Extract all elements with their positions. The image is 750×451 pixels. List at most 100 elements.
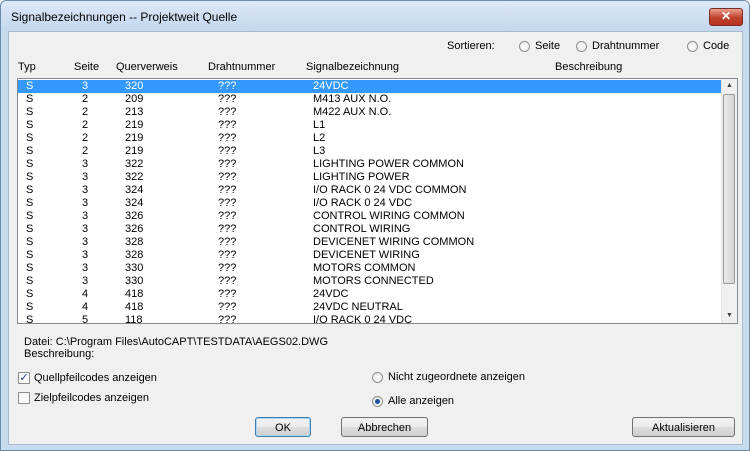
cell-signal: CONTROL WIRING <box>313 223 411 235</box>
table-row[interactable]: S 3 326??? CONTROL WIRING COMMON <box>18 210 721 223</box>
cell-draht: ??? <box>218 236 237 248</box>
column-header-drahtnummer[interactable]: Drahtnummer <box>208 61 275 73</box>
table-row[interactable]: S 2 219??? L1 <box>18 119 721 132</box>
table-row[interactable]: S 3 324??? I/O RACK 0 24 VDC <box>18 197 721 210</box>
dialog-body: Sortieren: Seite Drahtnummer Code Typ Se… <box>8 31 743 445</box>
cell-ref: 328 <box>125 236 144 248</box>
cell-seite: 3 <box>82 171 89 183</box>
title-bar[interactable]: Signalbezeichnungen -- Projektweit Quell… <box>1 1 749 31</box>
dialog-title: Signalbezeichnungen -- Projektweit Quell… <box>11 10 238 24</box>
close-button[interactable]: ✕ <box>709 8 743 26</box>
table-row[interactable]: S 3 330??? MOTORS CONNECTED <box>18 275 721 288</box>
cell-typ: S <box>26 210 34 222</box>
table-row[interactable]: S 2 213??? M422 AUX N.O. <box>18 106 721 119</box>
cell-typ: S <box>26 275 34 287</box>
table-row[interactable]: S 4 418??? 24VDC NEUTRAL <box>18 301 721 314</box>
cell-ref: 209 <box>125 93 144 105</box>
cell-seite: 3 <box>82 197 89 209</box>
table-row[interactable]: S 3 324??? I/O RACK 0 24 VDC COMMON <box>18 184 721 197</box>
table-row[interactable]: S 3 322??? LIGHTING POWER COMMON <box>18 158 721 171</box>
radio-icon[interactable] <box>519 40 530 52</box>
cell-typ: S <box>26 223 34 235</box>
cell-signal: L2 <box>313 132 326 144</box>
cell-seite: 3 <box>82 184 89 196</box>
sort-label: Sortieren: <box>447 40 495 52</box>
cell-ref: 326 <box>125 210 144 222</box>
checkbox-zielpfeilcodes[interactable]: Zielpfeilcodes anzeigen <box>18 392 149 404</box>
cell-typ: S <box>26 197 34 209</box>
table-row[interactable]: S 3 330??? MOTORS COMMON <box>18 262 721 275</box>
cell-signal: CONTROL WIRING COMMON <box>313 210 465 222</box>
cell-typ: S <box>26 171 34 183</box>
cell-ref: 219 <box>125 132 144 144</box>
column-header-seite[interactable]: Seite <box>74 61 99 73</box>
cell-typ: S <box>26 262 34 274</box>
radio-alle-anzeigen[interactable]: Alle anzeigen <box>372 395 454 407</box>
cell-seite: 3 <box>82 236 89 248</box>
cell-typ: S <box>26 288 34 300</box>
file-path-label: Datei: C:\Program Files\AutoCAPT\TESTDAT… <box>24 336 328 348</box>
table-row[interactable]: S 3 328??? DEVICENET WIRING COMMON <box>18 236 721 249</box>
cell-seite: 3 <box>82 223 89 235</box>
cancel-button[interactable]: Abbrechen <box>341 417 428 437</box>
table-row[interactable]: S 4 418??? 24VDC <box>18 288 721 301</box>
cell-ref: 330 <box>125 262 144 274</box>
vertical-scrollbar[interactable]: ▲ ▼ <box>721 79 737 323</box>
cell-typ: S <box>26 314 34 324</box>
sort-radio-seite[interactable]: Seite <box>519 40 560 52</box>
table-row[interactable]: S 3 320??? 24VDC <box>18 80 721 93</box>
radio-alle-anzeigen-label: Alle anzeigen <box>388 395 455 407</box>
cell-signal: I/O RACK 0 24 VDC <box>313 197 413 209</box>
cell-ref: 118 <box>125 314 143 324</box>
radio-icon[interactable] <box>576 40 587 52</box>
radio-icon[interactable] <box>372 371 383 383</box>
cell-signal: L1 <box>313 119 326 131</box>
checkbox-icon[interactable]: ✓ <box>18 372 30 384</box>
table-row[interactable]: S 3 322??? LIGHTING POWER <box>18 171 721 184</box>
cell-seite: 5 <box>82 314 89 324</box>
scrollbar-thumb[interactable] <box>723 94 735 284</box>
cell-draht: ??? <box>218 184 237 196</box>
cell-draht: ??? <box>218 106 237 118</box>
cell-seite: 2 <box>82 93 89 105</box>
sort-radio-code[interactable]: Code <box>687 40 729 52</box>
radio-nicht-zugeordnete[interactable]: Nicht zugeordnete anzeigen <box>372 371 525 383</box>
cell-typ: S <box>26 132 34 144</box>
ok-button[interactable]: OK <box>255 417 311 437</box>
column-header-beschreibung[interactable]: Beschreibung <box>555 61 622 73</box>
column-header-typ[interactable]: Typ <box>18 61 36 73</box>
sort-radio-drahtnummer-label: Drahtnummer <box>592 40 660 52</box>
dialog-window: Signalbezeichnungen -- Projektweit Quell… <box>0 0 750 451</box>
cell-typ: S <box>26 80 34 92</box>
column-header-signalbezeichnung[interactable]: Signalbezeichnung <box>306 61 399 73</box>
cell-typ: S <box>26 158 34 170</box>
sort-radio-seite-label: Seite <box>535 40 561 52</box>
radio-icon[interactable] <box>372 395 383 407</box>
cell-seite: 4 <box>82 288 89 300</box>
scroll-down-arrow-icon[interactable]: ▼ <box>722 309 737 323</box>
cell-draht: ??? <box>218 197 237 209</box>
table-row[interactable]: S 5 118??? I/O RACK 0 24 VDC <box>18 314 721 324</box>
cell-seite: 3 <box>82 80 89 92</box>
table-row[interactable]: S 2 219??? L3 <box>18 145 721 158</box>
table-row[interactable]: S 3 326??? CONTROL WIRING <box>18 223 721 236</box>
cell-seite: 3 <box>82 275 89 287</box>
checkbox-icon[interactable] <box>18 392 30 404</box>
cell-signal: 24VDC <box>313 80 349 92</box>
radio-icon[interactable] <box>687 40 698 52</box>
cell-signal: 24VDC <box>313 288 349 300</box>
cell-seite: 3 <box>82 249 89 261</box>
cell-signal: LIGHTING POWER COMMON <box>313 158 464 170</box>
table-row[interactable]: S 3 328??? DEVICENET WIRING <box>18 249 721 262</box>
sort-radio-drahtnummer[interactable]: Drahtnummer <box>576 40 659 52</box>
table-row[interactable]: S 2 209??? M413 AUX N.O. <box>18 93 721 106</box>
cell-signal: MOTORS CONNECTED <box>313 275 434 287</box>
checkbox-quellpfeilcodes[interactable]: ✓ Quellpfeilcodes anzeigen <box>18 372 157 384</box>
cell-seite: 2 <box>82 145 89 157</box>
column-header-querverweis[interactable]: Querverweis <box>116 61 178 73</box>
signal-list[interactable]: S 5 118??? I/O RACK 0 24 VDC S 4 418??? 24VDC N… <box>17 78 738 324</box>
cell-draht: ??? <box>218 158 237 170</box>
refresh-button[interactable]: Aktualisieren <box>632 417 735 437</box>
scroll-up-arrow-icon[interactable]: ▲ <box>722 79 737 93</box>
table-row[interactable]: S 2 219??? L2 <box>18 132 721 145</box>
